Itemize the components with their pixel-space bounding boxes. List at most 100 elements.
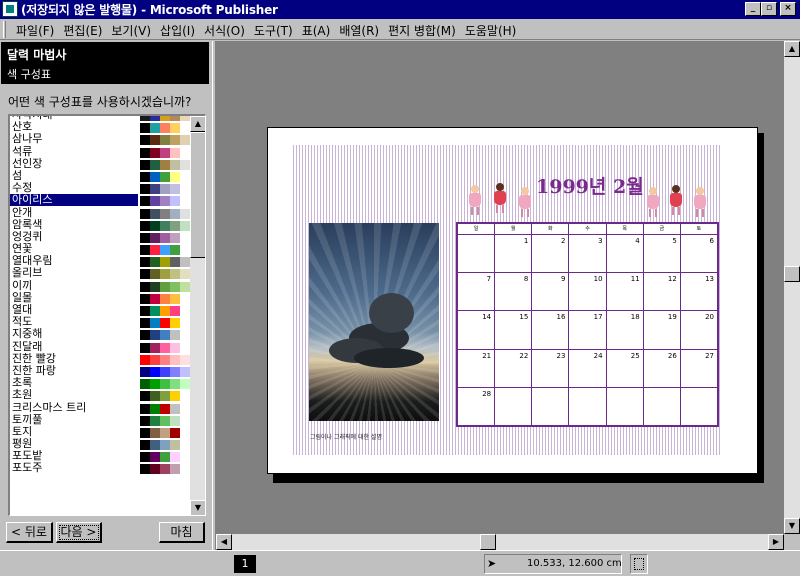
calendar-day-cell[interactable]: 20 xyxy=(679,310,719,350)
color-swatch xyxy=(150,427,160,438)
photo-caption[interactable]: 그림이나 그래픽에 대한 설명 xyxy=(310,432,382,441)
calendar-day-cell[interactable]: 12 xyxy=(642,272,681,312)
maximize-button[interactable]: ▫ xyxy=(761,2,777,16)
color-swatch xyxy=(160,123,170,134)
next-button[interactable]: 다음 > xyxy=(56,522,102,543)
menu-grip-handle[interactable] xyxy=(3,21,6,38)
scroll-right-button[interactable]: ▶ xyxy=(768,534,784,550)
calendar-day-cell[interactable]: 10 xyxy=(568,272,607,312)
calendar-day-cell[interactable]: 14 xyxy=(456,310,496,350)
color-swatch xyxy=(150,220,160,231)
calendar-day-cell[interactable]: 25 xyxy=(605,348,644,388)
color-swatch xyxy=(150,208,160,219)
color-scheme-name: 포도주 xyxy=(12,462,43,475)
color-scheme-list[interactable]: 사막지대 산호 삼나무 석류 선인장 섬 수정 아이리스 안개 암록색 엉겅퀴 연꽃 열대우림 올리브 이끼… xyxy=(8,114,206,516)
scroll-up-button[interactable]: ▲ xyxy=(190,116,205,132)
menu-item[interactable]: 도움말(H) xyxy=(461,21,521,40)
calendar-day-cell[interactable]: 6 xyxy=(679,233,719,274)
publisher-app-icon[interactable] xyxy=(2,1,18,17)
scroll-down-button[interactable]: ▼ xyxy=(190,500,205,515)
color-swatch xyxy=(160,464,170,475)
calendar-day-cell[interactable]: 5 xyxy=(642,233,681,274)
calendar-day-cell[interactable]: 28 xyxy=(456,386,496,427)
color-swatch xyxy=(160,379,170,390)
color-swatch xyxy=(170,318,180,329)
scheme-list-scroll-thumb[interactable] xyxy=(190,132,205,258)
calendar-day-cell[interactable]: 15 xyxy=(494,310,533,350)
calendar-day-cell[interactable]: 24 xyxy=(568,348,607,388)
menu-item[interactable]: 보기(V) xyxy=(107,21,155,40)
page-navigator-current[interactable]: 1 xyxy=(234,555,256,573)
menu-item[interactable]: 표(A) xyxy=(298,21,335,40)
color-swatch xyxy=(160,257,170,268)
calendar-day-cell[interactable]: 7 xyxy=(456,272,496,312)
color-swatch xyxy=(140,452,150,463)
calendar-day-cell[interactable] xyxy=(642,386,681,427)
scheme-list-scrollbar[interactable]: ▲ ▼ xyxy=(190,116,205,515)
color-swatch xyxy=(180,391,190,402)
color-swatch xyxy=(180,379,190,390)
color-scheme-swatches xyxy=(140,123,190,134)
menu-item[interactable]: 삽입(I) xyxy=(156,21,199,40)
calendar-day-cell[interactable] xyxy=(531,386,570,427)
calendar-day-cell[interactable]: 3 xyxy=(568,233,607,274)
scroll-down-button[interactable]: ▼ xyxy=(784,518,800,534)
menu-item[interactable]: 파일(F) xyxy=(12,21,58,40)
menu-item[interactable]: 배열(R) xyxy=(335,21,383,40)
color-scheme-item[interactable]: 포도주 xyxy=(10,462,190,475)
weekday-label: 금 xyxy=(642,223,681,235)
vertical-scroll-thumb[interactable] xyxy=(784,266,800,282)
workspace-horizontal-scrollbar[interactable]: ◀ ▶ xyxy=(216,534,784,550)
close-button[interactable]: × xyxy=(780,2,796,16)
menu-item[interactable]: 편지 병합(M) xyxy=(384,21,460,40)
calendar-day-cell[interactable] xyxy=(679,386,719,427)
color-swatch xyxy=(150,452,160,463)
calendar-day-cell[interactable] xyxy=(494,386,533,427)
calendar-day-cell[interactable]: 27 xyxy=(679,348,719,388)
calendar-day-cell[interactable]: 18 xyxy=(605,310,644,350)
calendar-day-cell[interactable]: 4 xyxy=(605,233,644,274)
color-scheme-name: 선인장 xyxy=(12,157,43,170)
scroll-up-button[interactable]: ▲ xyxy=(784,41,800,57)
color-swatch xyxy=(140,245,150,256)
menu-item[interactable]: 편집(E) xyxy=(59,21,106,40)
horizontal-scroll-thumb[interactable] xyxy=(480,534,496,550)
calendar-day-cell[interactable] xyxy=(605,386,644,427)
calendar-day-cell[interactable] xyxy=(456,233,496,274)
menu-item[interactable]: 서식(O) xyxy=(200,21,249,40)
color-swatch xyxy=(180,196,190,207)
color-swatch xyxy=(180,116,190,121)
calendar-grid[interactable]: 일 월 화 수 목 금 토 1 2 3 4 5 6 7 8 9 10 11 12 13 14 15 16 17 18 19 20 21… xyxy=(456,222,719,427)
calendar-day-cell[interactable]: 23 xyxy=(531,348,570,388)
calendar-title[interactable]: 1999년 2월 xyxy=(536,172,644,199)
calendar-day-cell[interactable]: 9 xyxy=(531,272,570,312)
wizard-step-label: 색 구성표 xyxy=(7,68,51,81)
menu-list: 파일(F) 편집(E) 보기(V) 삽입(I) 서식(O) 도구(T) 표(A) 배열(R) 편… xyxy=(12,21,521,40)
back-button[interactable]: < 뒤로 xyxy=(6,522,53,543)
calendar-day-cell[interactable]: 22 xyxy=(494,348,533,388)
dancing-kid-icon xyxy=(467,185,483,215)
calendar-day-cell[interactable]: 11 xyxy=(605,272,644,312)
calendar-day-cell[interactable]: 13 xyxy=(679,272,719,312)
color-swatch xyxy=(170,379,180,390)
minimize-button[interactable]: _ xyxy=(745,2,761,16)
calendar-day-cell[interactable]: 1 xyxy=(494,233,533,274)
calendar-day-cell[interactable]: 21 xyxy=(456,348,496,388)
calendar-day-cell[interactable]: 19 xyxy=(642,310,681,350)
calendar-day-cell[interactable]: 17 xyxy=(568,310,607,350)
weekday-label: 화 xyxy=(531,223,570,235)
scroll-left-button[interactable]: ◀ xyxy=(216,534,232,550)
calendar-photo[interactable] xyxy=(309,223,439,421)
calendar-day-cell[interactable]: 26 xyxy=(642,348,681,388)
workspace-vertical-scrollbar[interactable]: ▲ ▼ xyxy=(784,41,800,534)
color-swatch xyxy=(150,159,160,170)
menu-item[interactable]: 도구(T) xyxy=(250,21,297,40)
calendar-day-cell[interactable] xyxy=(568,386,607,427)
title-bar[interactable]: (저장되지 않은 발행물) - Microsoft Publisher _ ▫ … xyxy=(0,0,800,19)
color-swatch xyxy=(170,306,180,316)
calendar-day-cell[interactable]: 2 xyxy=(531,233,570,274)
finish-button[interactable]: 마침 xyxy=(159,522,205,543)
weekday-label: 일 xyxy=(456,223,496,235)
calendar-day-cell[interactable]: 8 xyxy=(494,272,533,312)
calendar-day-cell[interactable]: 16 xyxy=(531,310,570,350)
